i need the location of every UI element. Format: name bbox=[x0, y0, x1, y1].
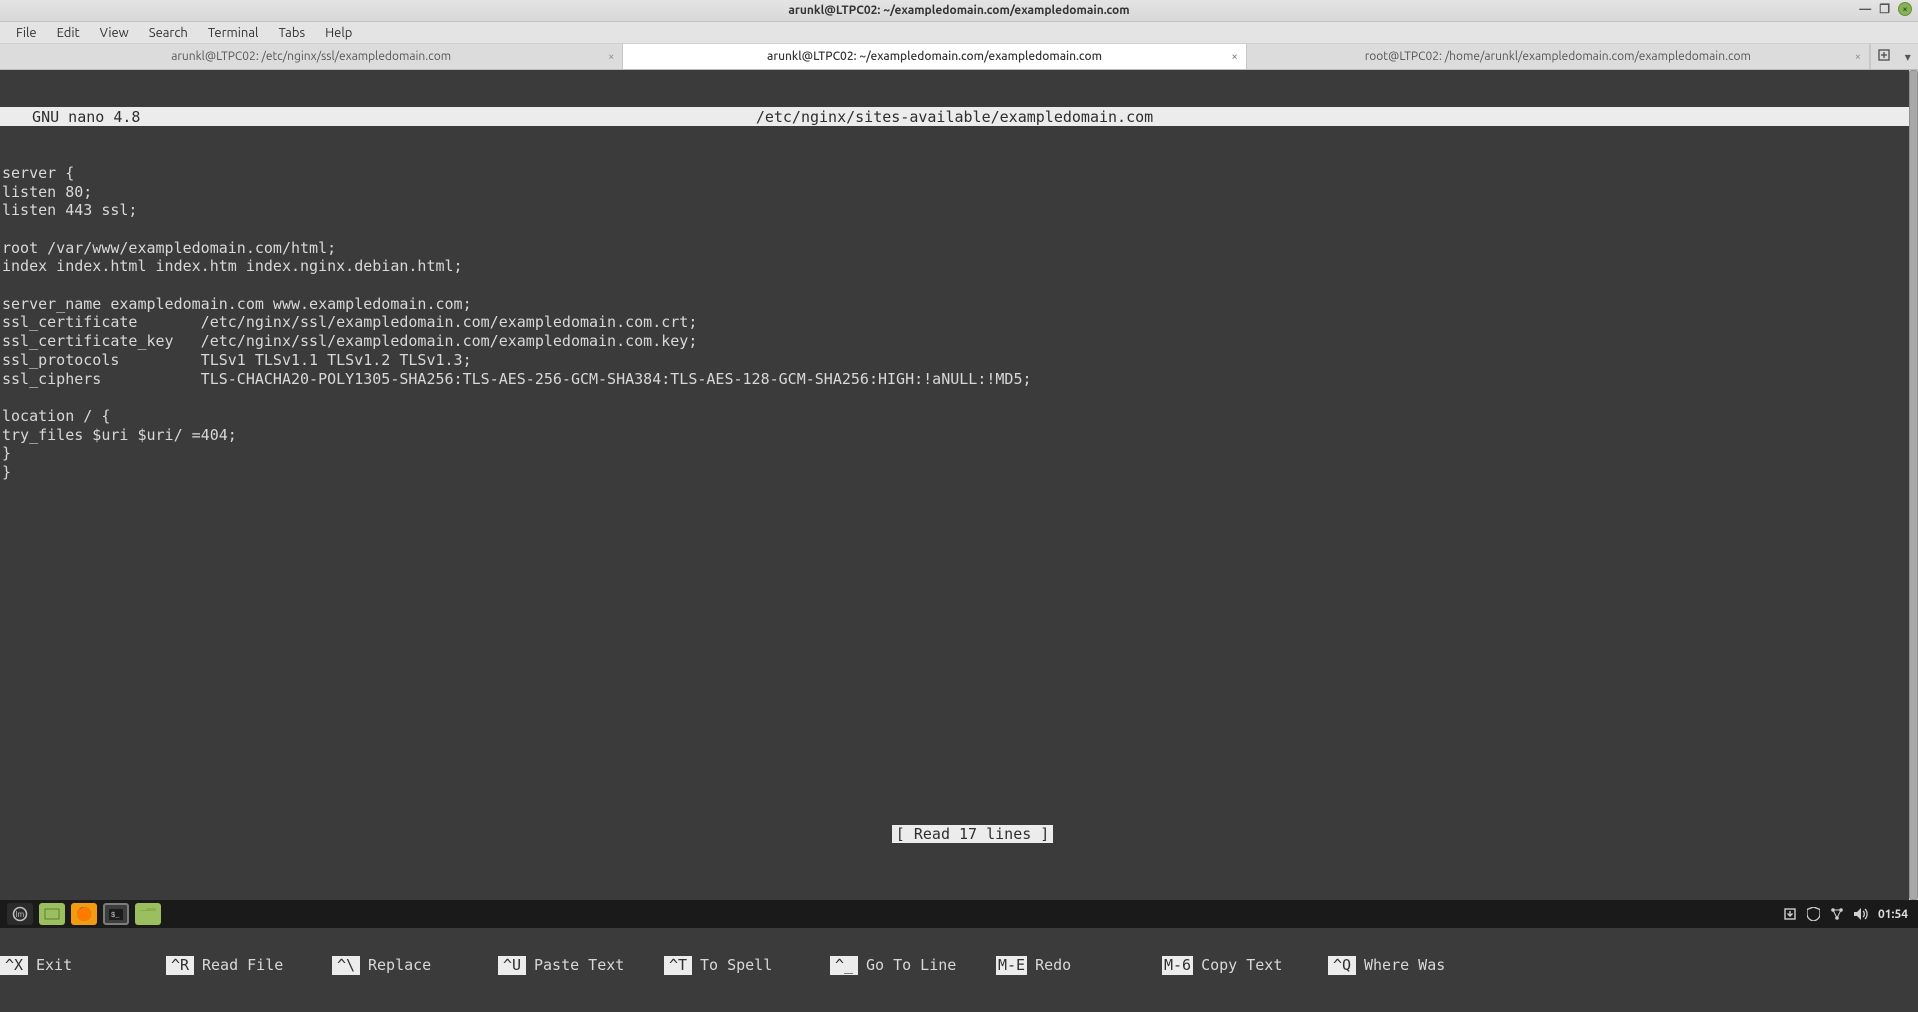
nano-shortcut-label: Redo bbox=[1035, 956, 1071, 975]
window-minimize-button[interactable]: — bbox=[1859, 3, 1871, 16]
shield-icon[interactable] bbox=[1807, 907, 1820, 921]
nano-shortcut: ^\ Replace bbox=[332, 956, 498, 975]
volume-icon[interactable] bbox=[1854, 908, 1868, 920]
show-desktop-button[interactable] bbox=[39, 903, 65, 925]
nano-version: GNU nano 4.8 bbox=[0, 108, 240, 127]
nano-shortcut: M-6 Copy Text bbox=[1162, 956, 1328, 975]
tab-menu-dropdown[interactable]: ▾ bbox=[1905, 50, 1911, 64]
menu-view[interactable]: View bbox=[90, 24, 139, 42]
tab-label: root@LTPC02: /home/arunkl/exampledomain.… bbox=[1365, 50, 1751, 63]
system-tray: 01:54 bbox=[1783, 907, 1914, 921]
files-launcher[interactable] bbox=[135, 903, 161, 925]
menu-tabs[interactable]: Tabs bbox=[268, 24, 315, 42]
tab-label: arunkl@LTPC02: ~/exampledomain.com/examp… bbox=[767, 50, 1102, 63]
tab-label: arunkl@LTPC02: /etc/nginx/ssl/exampledom… bbox=[171, 50, 451, 63]
desktop-panel: lm $_ 01:54 bbox=[0, 900, 1918, 928]
svg-text:$_: $_ bbox=[111, 912, 120, 920]
terminal-viewport[interactable]: GNU nano 4.8 /etc/nginx/sites-available/… bbox=[0, 70, 1909, 900]
nano-shortcut-key: M-E bbox=[996, 956, 1027, 975]
menu-edit[interactable]: Edit bbox=[47, 24, 90, 42]
nano-shortcut: ^_ Go To Line bbox=[830, 956, 996, 975]
menu-help[interactable]: Help bbox=[315, 24, 362, 42]
nano-filepath: /etc/nginx/sites-available/exampledomain… bbox=[240, 108, 1669, 127]
nano-shortcut-key: ^Q bbox=[1328, 956, 1356, 975]
nano-shortcut-label: Read File bbox=[202, 956, 283, 975]
nano-shortcut-label: Where Was bbox=[1364, 956, 1445, 975]
firefox-launcher[interactable] bbox=[71, 903, 97, 925]
tab-close-button[interactable]: × bbox=[1855, 51, 1861, 63]
nano-shortcut: ^T To Spell bbox=[664, 956, 830, 975]
nano-buffer[interactable]: server { listen 80; listen 443 ssl; root… bbox=[0, 164, 1909, 482]
nano-shortcut-label: Copy Text bbox=[1201, 956, 1282, 975]
nano-shortcut-bar: ^GGet Help^OWrite Out^WWhere Is^KCut Tex… bbox=[0, 862, 1909, 900]
new-tab-button[interactable] bbox=[1878, 49, 1890, 64]
terminal-tab-1[interactable]: arunkl@LTPC02: ~/exampledomain.com/examp… bbox=[623, 44, 1246, 69]
nano-shortcut-key: ^T bbox=[664, 956, 692, 975]
terminal-launcher[interactable]: $_ bbox=[103, 903, 129, 925]
window-titlebar: arunkl@LTPC02: ~/exampledomain.com/examp… bbox=[0, 0, 1918, 22]
nano-titlebar: GNU nano 4.8 /etc/nginx/sites-available/… bbox=[0, 107, 1909, 126]
nano-shortcut-label: Go To Line bbox=[866, 956, 956, 975]
nano-shortcut-key: ^_ bbox=[830, 956, 858, 975]
scrollbar-thumb[interactable] bbox=[1909, 70, 1918, 900]
window-title: arunkl@LTPC02: ~/exampledomain.com/examp… bbox=[788, 4, 1129, 17]
terminal-tab-2[interactable]: root@LTPC02: /home/arunkl/exampledomain.… bbox=[1247, 44, 1870, 69]
terminal-tab-0[interactable]: arunkl@LTPC02: /etc/nginx/ssl/exampledom… bbox=[0, 44, 623, 69]
nano-shortcut-label: To Spell bbox=[700, 956, 772, 975]
nano-shortcut: ^Q Where Was bbox=[1328, 956, 1494, 975]
nano-shortcut: M-E Redo bbox=[996, 956, 1162, 975]
nano-shortcut-label: Paste Text bbox=[534, 956, 624, 975]
nano-shortcut: ^U Paste Text bbox=[498, 956, 664, 975]
nano-shortcut-key: M-6 bbox=[1162, 956, 1193, 975]
window-close-button[interactable]: × bbox=[1898, 2, 1912, 16]
nano-shortcut: ^R Read File bbox=[166, 956, 332, 975]
tab-close-button[interactable]: × bbox=[1231, 51, 1237, 63]
app-menubar: File Edit View Search Terminal Tabs Help bbox=[0, 22, 1918, 44]
panel-clock[interactable]: 01:54 bbox=[1878, 908, 1908, 921]
svg-text:lm: lm bbox=[16, 910, 25, 919]
terminal-tabstrip: arunkl@LTPC02: /etc/nginx/ssl/exampledom… bbox=[0, 44, 1918, 70]
nano-shortcut-label: Replace bbox=[368, 956, 431, 975]
nano-shortcut: ^X Exit bbox=[0, 956, 166, 975]
nano-shortcut-key: ^U bbox=[498, 956, 526, 975]
network-icon[interactable] bbox=[1830, 907, 1844, 921]
tab-close-button[interactable]: × bbox=[608, 51, 614, 63]
menu-terminal[interactable]: Terminal bbox=[198, 24, 269, 42]
window-maximize-button[interactable]: ❐ bbox=[1879, 2, 1890, 16]
vertical-scrollbar[interactable] bbox=[1909, 70, 1918, 900]
nano-shortcut-key: ^\ bbox=[332, 956, 360, 975]
nano-shortcut-key: ^R bbox=[166, 956, 194, 975]
nano-status-message: [ Read 17 lines ] bbox=[892, 825, 1054, 844]
nano-shortcut-key: ^X bbox=[0, 956, 28, 975]
nano-shortcut-label: Exit bbox=[36, 956, 72, 975]
updates-icon[interactable] bbox=[1783, 907, 1797, 921]
start-menu-button[interactable]: lm bbox=[7, 903, 33, 925]
menu-file[interactable]: File bbox=[6, 24, 47, 42]
menu-search[interactable]: Search bbox=[139, 24, 198, 42]
